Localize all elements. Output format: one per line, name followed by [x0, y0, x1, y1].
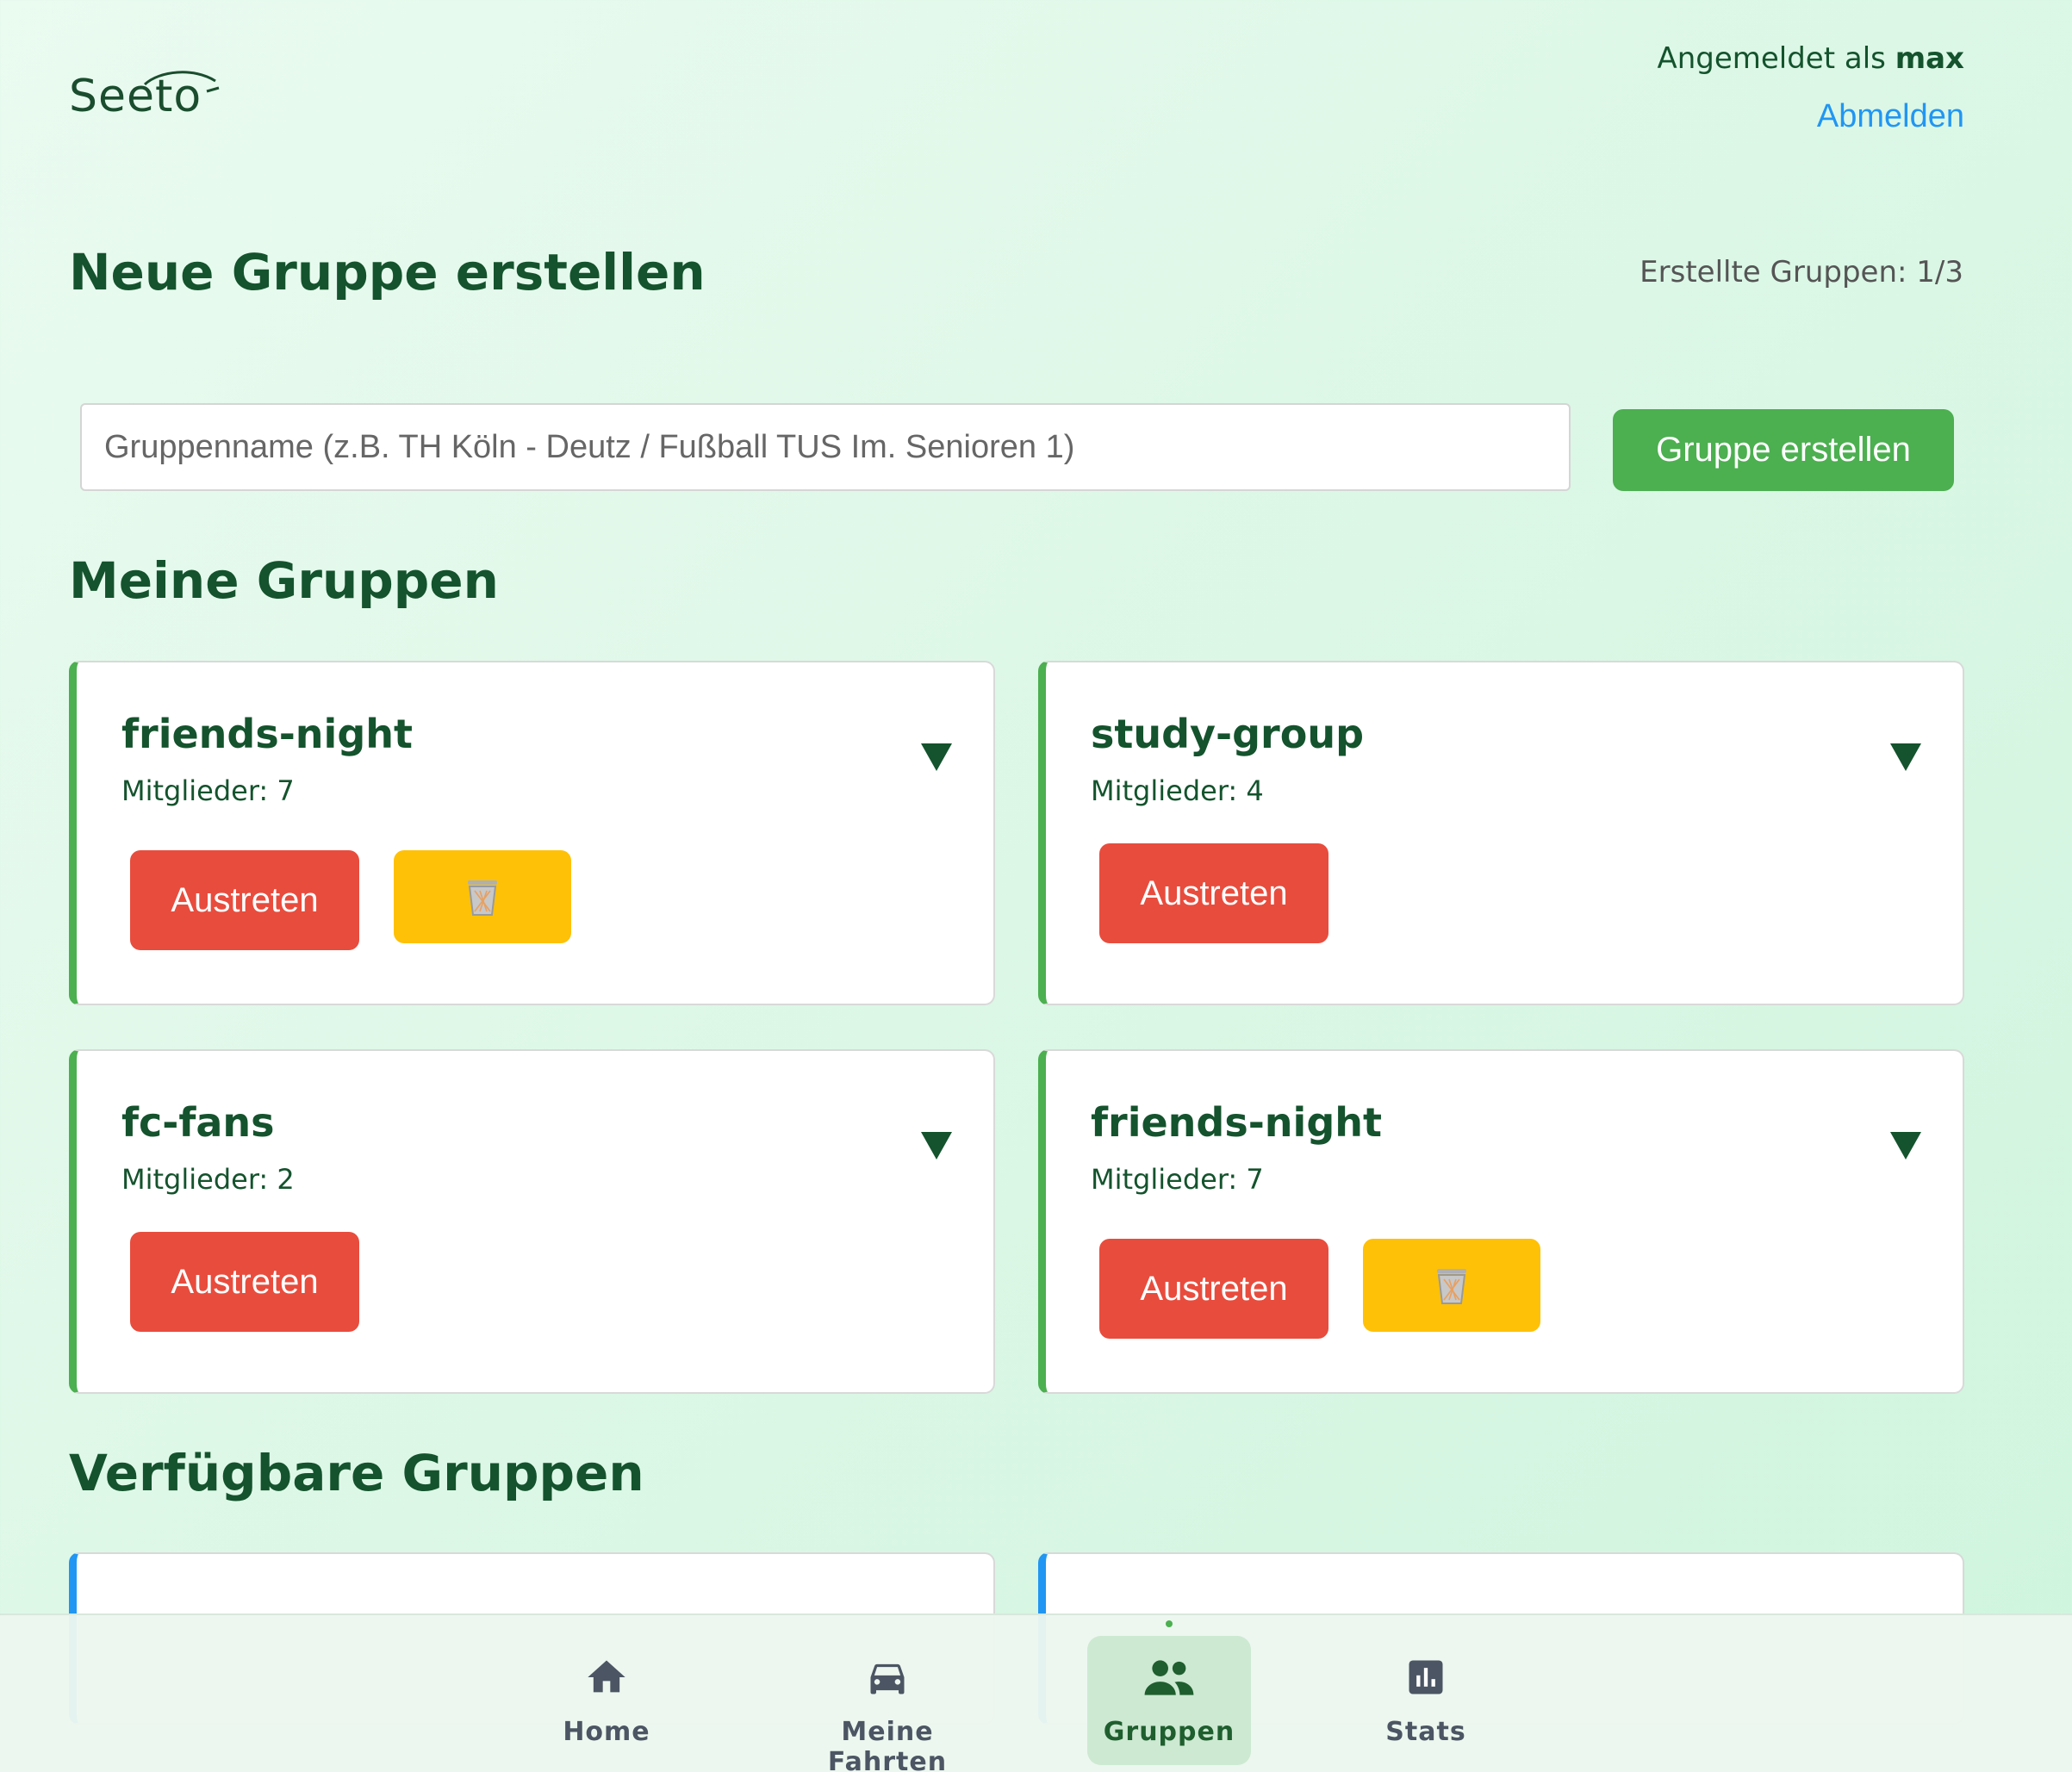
available-groups-heading: Verfügbare Gruppen — [69, 1444, 644, 1502]
active-indicator — [1166, 1620, 1173, 1627]
expand-toggle-icon[interactable] — [921, 1132, 952, 1160]
logout-link[interactable]: Abmelden — [1657, 98, 1964, 135]
expand-toggle-icon[interactable] — [921, 743, 952, 771]
logo-swoosh-icon — [143, 71, 220, 93]
group-name: friends-night — [121, 711, 413, 757]
nav-label: Stats — [1385, 1717, 1466, 1747]
group-icon — [1144, 1660, 1194, 1695]
group-card[interactable]: friends-night Mitglieder: 7 Austreten — [69, 661, 995, 1005]
nav-label: Gruppen — [1103, 1717, 1235, 1747]
create-group-button[interactable]: Gruppe erstellen — [1613, 409, 1954, 491]
stats-icon — [1409, 1660, 1443, 1694]
car-icon — [870, 1663, 905, 1694]
trash-icon — [1437, 1269, 1466, 1304]
nav-item-gruppen[interactable]: Gruppen — [1087, 1615, 1251, 1772]
leave-button[interactable]: Austreten — [1099, 1239, 1328, 1339]
group-members: Mitglieder: 2 — [121, 1163, 295, 1196]
expand-toggle-icon[interactable] — [1890, 743, 1921, 771]
logged-in-label: Angemeldet als max — [1657, 41, 1964, 76]
group-card[interactable]: fc-fans Mitglieder: 2 Austreten — [69, 1049, 995, 1394]
nav-item-home[interactable]: Home — [529, 1615, 684, 1772]
group-members: Mitglieder: 4 — [1091, 774, 1264, 807]
delete-group-button[interactable] — [1363, 1239, 1540, 1332]
leave-button[interactable]: Austreten — [130, 1232, 359, 1332]
group-name: fc-fans — [121, 1099, 275, 1146]
group-card[interactable]: study-group Mitglieder: 4 Austreten — [1038, 661, 1964, 1005]
nav-label: Meine Fahrten — [827, 1717, 948, 1772]
created-groups-count: Erstellte Gruppen: 1/3 — [1640, 255, 1963, 289]
group-name: study-group — [1091, 711, 1365, 757]
group-members: Mitglieder: 7 — [1091, 1163, 1264, 1196]
my-groups-heading: Meine Gruppen — [69, 551, 499, 610]
group-card[interactable]: friends-night Mitglieder: 7 Austreten — [1038, 1049, 1964, 1394]
expand-toggle-icon[interactable] — [1890, 1132, 1921, 1160]
nav-item-meine-fahrten[interactable]: Meine Fahrten — [784, 1615, 991, 1772]
leave-button[interactable]: Austreten — [1099, 843, 1328, 943]
delete-group-button[interactable] — [394, 850, 571, 943]
home-icon — [588, 1660, 625, 1693]
leave-button[interactable]: Austreten — [130, 850, 359, 950]
nav-label: Home — [563, 1717, 650, 1747]
group-members: Mitglieder: 7 — [121, 774, 295, 807]
user-box: Angemeldet als max Abmelden — [1657, 41, 1964, 135]
username: max — [1895, 41, 1964, 76]
nav-item-stats[interactable]: Stats — [1361, 1615, 1490, 1772]
bottom-nav: Home Meine Fahrten Gruppen Stats — [0, 1613, 2072, 1772]
group-name: friends-night — [1091, 1099, 1382, 1146]
create-group-heading: Neue Gruppe erstellen — [69, 243, 706, 302]
trash-icon — [468, 880, 497, 916]
app-logo: Seeto — [69, 71, 220, 122]
group-name-input[interactable] — [80, 403, 1571, 491]
